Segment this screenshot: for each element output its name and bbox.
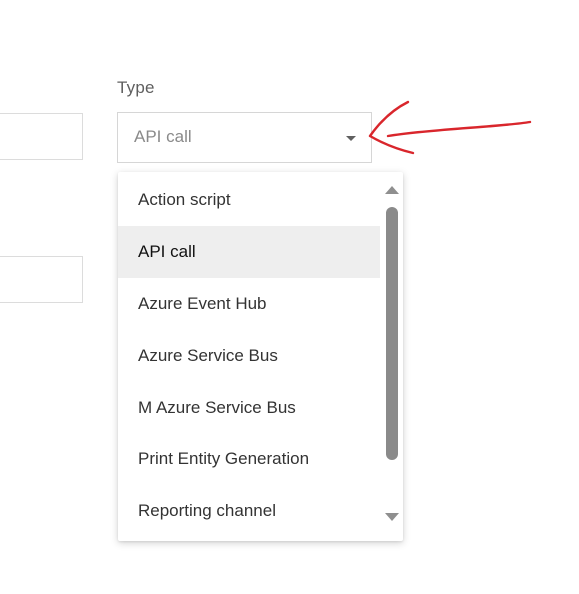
left-text-field-bottom[interactable] — [0, 256, 83, 303]
dropdown-option-azure-service-bus[interactable]: Azure Service Bus — [118, 330, 380, 382]
dropdown-scrollbar-thumb[interactable] — [386, 207, 398, 460]
dropdown-option-action-script[interactable]: Action script — [118, 174, 380, 226]
dropdown-option-api-call[interactable]: API call — [118, 226, 380, 278]
type-select[interactable]: API call — [117, 112, 372, 163]
type-field-label: Type — [117, 78, 155, 97]
scroll-up-icon[interactable] — [385, 186, 399, 194]
left-text-field-top[interactable] — [0, 113, 83, 160]
dropdown-option-azure-event-hub[interactable]: Azure Event Hub — [118, 278, 380, 330]
dropdown-option-reporting-channel[interactable]: Reporting channel — [118, 485, 380, 537]
type-dropdown-menu: Action script API call Azure Event Hub A… — [118, 172, 403, 541]
type-select-value: API call — [134, 127, 192, 146]
dropdown-option-m-azure-service-bus[interactable]: M Azure Service Bus — [118, 382, 380, 434]
page: Type API call Action script API call Azu… — [0, 0, 579, 594]
red-annotation-arrow-icon — [368, 100, 532, 155]
dropdown-option-print-entity-generation[interactable]: Print Entity Generation — [118, 433, 380, 485]
caret-down-icon[interactable] — [346, 136, 356, 141]
scroll-down-icon[interactable] — [385, 513, 399, 521]
